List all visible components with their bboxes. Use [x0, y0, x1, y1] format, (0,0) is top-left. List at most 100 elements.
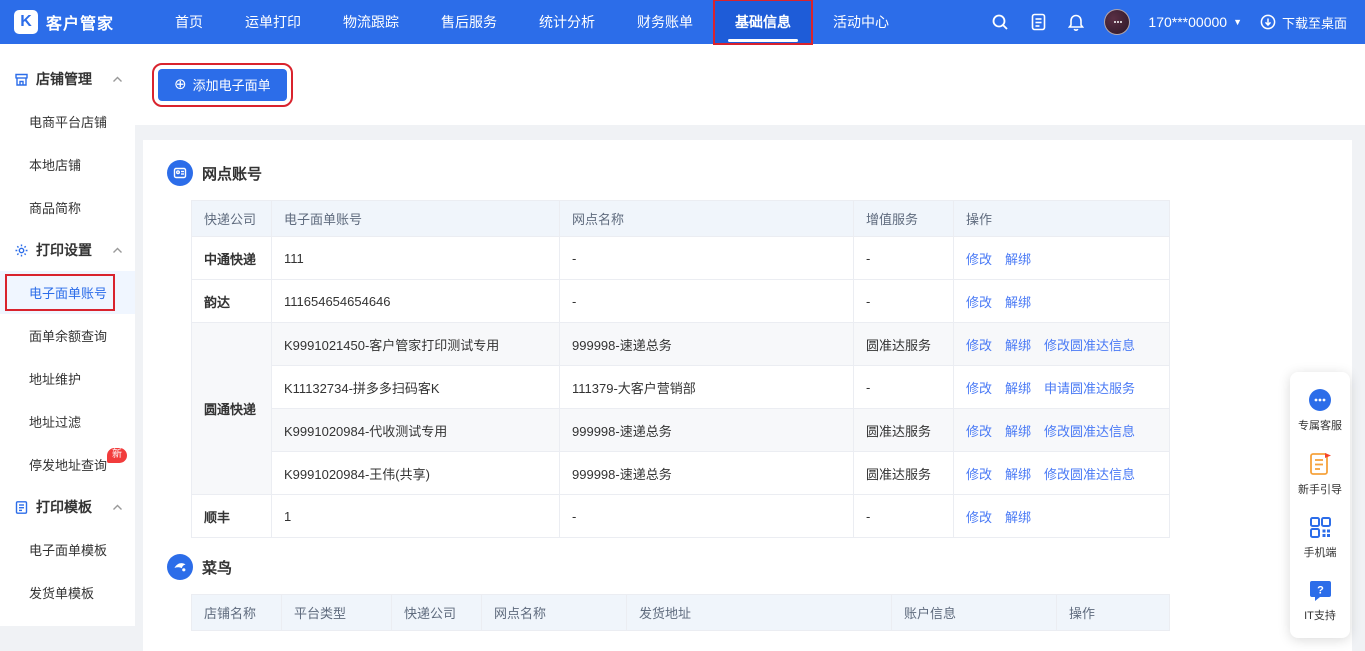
sidebar-item[interactable]: 本地店铺	[0, 143, 135, 186]
nav-tab-2[interactable]: 物流跟踪	[322, 0, 420, 44]
site-account-section-header: 网点账号	[167, 160, 1328, 186]
avatar[interactable]	[1104, 9, 1130, 35]
site-name-cell: -	[560, 495, 854, 538]
action-link[interactable]: 修改	[966, 467, 992, 482]
cainiao-icon	[167, 554, 193, 580]
site-name-cell: 999998-速递总务	[560, 452, 854, 495]
helper-item-it-support[interactable]: ?IT支持	[1290, 569, 1350, 632]
action-link[interactable]: 修改	[966, 338, 992, 353]
helper-item-label: 手机端	[1304, 544, 1337, 560]
cainiao-table-header-row: 店铺名称平台类型快递公司网点名称发货地址账户信息操作	[192, 595, 1170, 631]
topbar-right: 170***00000 ▼ 下载至桌面	[990, 9, 1347, 35]
action-link[interactable]: 解绑	[1005, 381, 1031, 396]
main-content: ⊕ 添加电子面单 网点账号 快递公司电子面单账号网点名称增值服务操作 中通快递1…	[135, 44, 1365, 626]
helper-item-customer-service[interactable]: 专属客服	[1290, 378, 1350, 442]
column-header: 店铺名称	[192, 595, 282, 631]
gear-icon	[14, 243, 29, 258]
action-link[interactable]: 申请圆准达服务	[1044, 381, 1135, 396]
action-link[interactable]: 解绑	[1005, 510, 1031, 525]
value-added-service-cell: 圆准达服务	[854, 409, 954, 452]
sidebar-group-1[interactable]: 打印设置	[0, 229, 135, 271]
sidebar: 店铺管理电商平台店铺本地店铺商品简称打印设置电子面单账号面单余额查询地址维护地址…	[0, 44, 135, 626]
nav-tab-3[interactable]: 售后服务	[420, 0, 518, 44]
helper-item-guide[interactable]: 新手引导	[1290, 442, 1350, 506]
column-header: 操作	[1057, 595, 1170, 631]
value-added-service-cell: -	[854, 237, 954, 280]
site-name-cell: 999998-速递总务	[560, 409, 854, 452]
action-link[interactable]: 修改	[966, 510, 992, 525]
site-table-body: 中通快递111--修改解绑韵达111654654654646--修改解绑圆通快递…	[192, 237, 1170, 538]
courier-company-cell: 中通快递	[192, 237, 272, 280]
bell-icon[interactable]	[1066, 12, 1086, 32]
account-menu[interactable]: 170***00000 ▼	[1148, 14, 1242, 30]
new-badge: 新	[107, 448, 127, 463]
nav-tab-7[interactable]: 活动中心	[812, 0, 910, 44]
column-header: 增值服务	[854, 201, 954, 237]
action-link[interactable]: 解绑	[1005, 424, 1031, 439]
action-link[interactable]: 解绑	[1005, 295, 1031, 310]
column-header: 网点名称	[560, 201, 854, 237]
download-desktop-button[interactable]: 下载至桌面	[1260, 13, 1347, 32]
action-link[interactable]: 修改圆准达信息	[1044, 467, 1135, 482]
sidebar-group-2[interactable]: 打印模板	[0, 486, 135, 528]
helper-item-label: 新手引导	[1298, 481, 1342, 497]
sidebar-item[interactable]: 停发地址查询新	[0, 443, 135, 486]
toolbar: ⊕ 添加电子面单	[135, 44, 1365, 125]
chevron-up-icon[interactable]	[112, 76, 123, 83]
sidebar-item[interactable]: 面单余额查询	[0, 314, 135, 357]
courier-company-cell: 圆通快递	[192, 323, 272, 495]
courier-company-cell: 韵达	[192, 280, 272, 323]
nav-tab-1[interactable]: 运单打印	[224, 0, 322, 44]
add-ewaybill-button[interactable]: ⊕ 添加电子面单	[158, 69, 287, 101]
site-name-cell: 999998-速递总务	[560, 323, 854, 366]
chevron-up-icon[interactable]	[112, 504, 123, 511]
actions-cell: 修改解绑	[954, 280, 1170, 323]
action-link[interactable]: 修改	[966, 424, 992, 439]
sidebar-item[interactable]: 电子面单模板	[0, 528, 135, 571]
app-title: 客户管家	[46, 10, 114, 34]
table-row: 顺丰1--修改解绑	[192, 495, 1170, 538]
action-link[interactable]: 修改	[966, 252, 992, 267]
ewaybill-account-cell: K11132734-拼多多扫码客K	[272, 366, 560, 409]
action-link[interactable]: 解绑	[1005, 338, 1031, 353]
sidebar-item[interactable]: 地址维护	[0, 357, 135, 400]
actions-cell: 修改解绑修改圆准达信息	[954, 409, 1170, 452]
sidebar-item[interactable]: 电子面单账号	[0, 271, 135, 314]
value-added-service-cell: 圆准达服务	[854, 323, 954, 366]
ewaybill-account-cell: K9991021450-客户管家打印测试专用	[272, 323, 560, 366]
nav-tab-5[interactable]: 财务账单	[616, 0, 714, 44]
sidebar-item[interactable]: 地址过滤	[0, 400, 135, 443]
value-added-service-cell: -	[854, 366, 954, 409]
account-number: 170***00000	[1148, 14, 1227, 30]
action-link[interactable]: 修改	[966, 295, 992, 310]
site-account-title: 网点账号	[202, 163, 262, 184]
action-link[interactable]: 修改	[966, 381, 992, 396]
site-account-table: 快递公司电子面单账号网点名称增值服务操作 中通快递111--修改解绑韵达1116…	[191, 200, 1170, 538]
action-link[interactable]: 解绑	[1005, 252, 1031, 267]
column-header: 发货地址	[627, 595, 892, 631]
actions-cell: 修改解绑修改圆准达信息	[954, 323, 1170, 366]
column-header: 账户信息	[892, 595, 1057, 631]
sidebar-item[interactable]: 商品简称	[0, 186, 135, 229]
sidebar-item[interactable]: 电商平台店铺	[0, 100, 135, 143]
cainiao-table: 店铺名称平台类型快递公司网点名称发货地址账户信息操作	[191, 594, 1170, 631]
app-logo: K 客户管家	[14, 10, 142, 34]
shop-icon	[14, 72, 29, 87]
document-icon[interactable]	[1028, 12, 1048, 32]
nav-tab-6[interactable]: 基础信息	[714, 0, 812, 44]
value-added-service-cell: -	[854, 495, 954, 538]
ewaybill-account-cell: K9991020984-王伟(共享)	[272, 452, 560, 495]
action-link[interactable]: 解绑	[1005, 467, 1031, 482]
download-label: 下载至桌面	[1282, 13, 1347, 32]
helper-item-mobile[interactable]: 手机端	[1290, 506, 1350, 569]
action-link[interactable]: 修改圆准达信息	[1044, 424, 1135, 439]
nav-tab-4[interactable]: 统计分析	[518, 0, 616, 44]
chevron-up-icon[interactable]	[112, 247, 123, 254]
sidebar-item[interactable]: 发货单模板	[0, 571, 135, 614]
site-name-cell: 111379-大客户营销部	[560, 366, 854, 409]
actions-cell: 修改解绑	[954, 237, 1170, 280]
search-icon[interactable]	[990, 12, 1010, 32]
sidebar-group-0[interactable]: 店铺管理	[0, 58, 135, 100]
nav-tab-0[interactable]: 首页	[154, 0, 224, 44]
action-link[interactable]: 修改圆准达信息	[1044, 338, 1135, 353]
